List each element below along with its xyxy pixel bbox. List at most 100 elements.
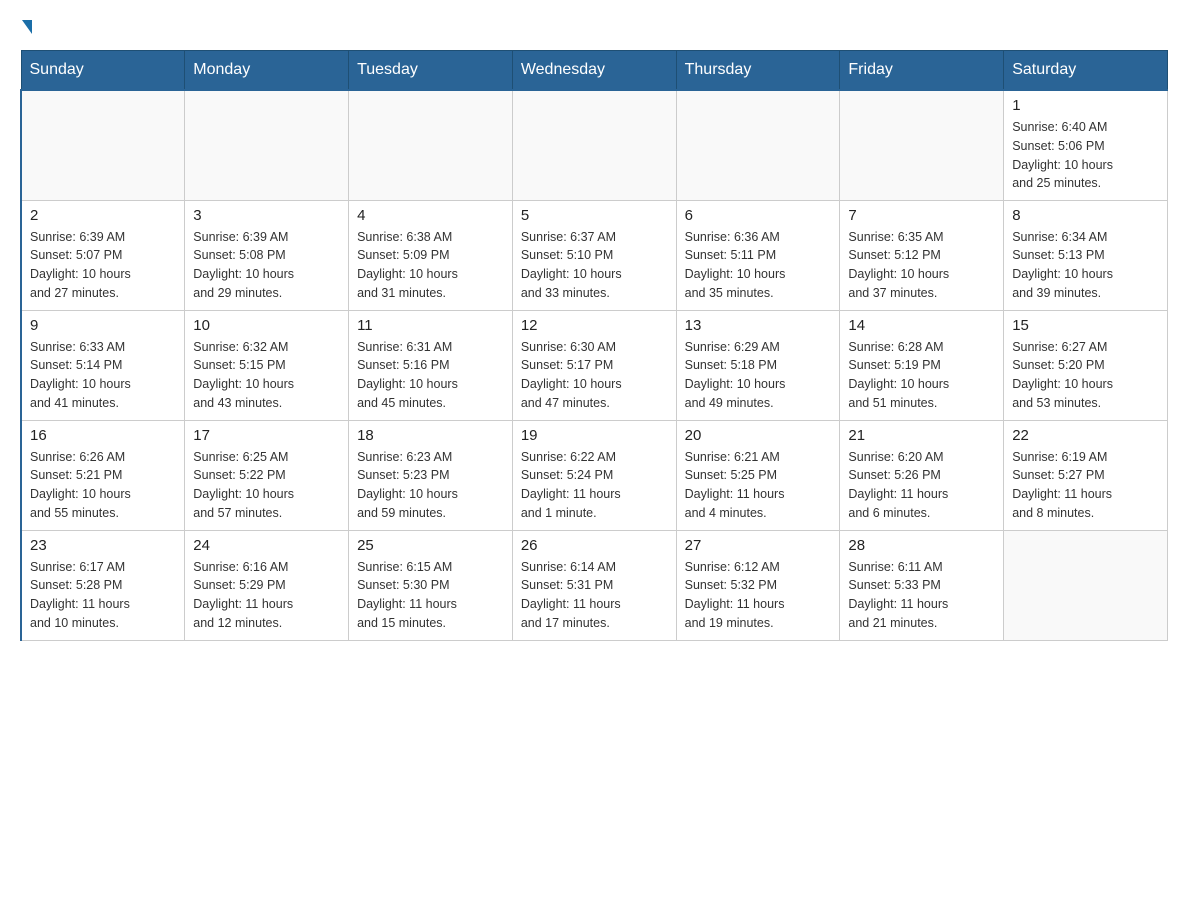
day-info: Sunrise: 6:40 AM Sunset: 5:06 PM Dayligh… [1012, 118, 1159, 193]
calendar-cell: 8 Sunrise: 6:34 AM Sunset: 5:13 PM Daylig… [1004, 200, 1168, 310]
calendar-week-row: 9 Sunrise: 6:33 AM Sunset: 5:14 PM Daylig… [21, 310, 1168, 420]
calendar-cell [1004, 530, 1168, 640]
day-number: 26 [521, 537, 668, 554]
day-number: 28 [848, 537, 995, 554]
day-info: Sunrise: 6:11 AM Sunset: 5:33 PM Dayligh… [848, 558, 995, 633]
calendar-cell: 12 Sunrise: 6:30 AM Sunset: 5:17 PM Dayli… [512, 310, 676, 420]
calendar-cell: 26 Sunrise: 6:14 AM Sunset: 5:31 PM Dayli… [512, 530, 676, 640]
day-info: Sunrise: 6:17 AM Sunset: 5:28 PM Dayligh… [30, 558, 176, 633]
calendar-cell: 28 Sunrise: 6:11 AM Sunset: 5:33 PM Dayli… [840, 530, 1004, 640]
calendar-cell [676, 90, 840, 200]
calendar-cell: 13Sunrise: 6:29 AM Sunset: 5:18 PM Dayli… [676, 310, 840, 420]
calendar-header-row: SundayMondayTuesdayWednesdayThursdayFrid… [21, 51, 1168, 91]
calendar-cell: 17Sunrise: 6:25 AM Sunset: 5:22 PM Dayli… [185, 420, 349, 530]
calendar-week-row: 16 Sunrise: 6:26 AM Sunset: 5:21 PM Dayli… [21, 420, 1168, 530]
calendar-cell: 10 Sunrise: 6:32 AM Sunset: 5:15 PM Dayli… [185, 310, 349, 420]
day-info: Sunrise: 6:20 AM Sunset: 5:26 PM Dayligh… [848, 448, 995, 523]
calendar-header-friday: Friday [840, 51, 1004, 91]
day-number: 18 [357, 427, 504, 444]
calendar-header-thursday: Thursday [676, 51, 840, 91]
day-info: Sunrise: 6:15 AM Sunset: 5:30 PM Dayligh… [357, 558, 504, 633]
day-info: Sunrise: 6:34 AM Sunset: 5:13 PM Dayligh… [1012, 228, 1159, 303]
calendar-cell: 2 Sunrise: 6:39 AM Sunset: 5:07 PM Daylig… [21, 200, 185, 310]
day-info: Sunrise: 6:30 AM Sunset: 5:17 PM Dayligh… [521, 338, 668, 413]
day-info: Sunrise: 6:35 AM Sunset: 5:12 PM Dayligh… [848, 228, 995, 303]
calendar-cell: 20 Sunrise: 6:21 AM Sunset: 5:25 PM Dayli… [676, 420, 840, 530]
day-info: Sunrise: 6:33 AM Sunset: 5:14 PM Dayligh… [30, 338, 176, 413]
day-info: Sunrise: 6:38 AM Sunset: 5:09 PM Dayligh… [357, 228, 504, 303]
day-info: Sunrise: 6:23 AM Sunset: 5:23 PM Dayligh… [357, 448, 504, 523]
day-number: 3 [193, 207, 340, 224]
calendar-header-wednesday: Wednesday [512, 51, 676, 91]
calendar-cell: 1 Sunrise: 6:40 AM Sunset: 5:06 PM Daylig… [1004, 90, 1168, 200]
day-number: 20 [685, 427, 832, 444]
page-header [20, 20, 1168, 34]
day-number: 19 [521, 427, 668, 444]
day-number: 21 [848, 427, 995, 444]
day-number: 1 [1012, 97, 1159, 114]
day-number: 2 [30, 207, 176, 224]
day-info: Sunrise: 6:39 AM Sunset: 5:07 PM Dayligh… [30, 228, 176, 303]
calendar-week-row: 1 Sunrise: 6:40 AM Sunset: 5:06 PM Daylig… [21, 90, 1168, 200]
calendar-header-sunday: Sunday [21, 51, 185, 91]
calendar-cell: 5 Sunrise: 6:37 AM Sunset: 5:10 PM Daylig… [512, 200, 676, 310]
calendar-week-row: 23 Sunrise: 6:17 AM Sunset: 5:28 PM Dayli… [21, 530, 1168, 640]
day-number: 4 [357, 207, 504, 224]
calendar-cell: 4 Sunrise: 6:38 AM Sunset: 5:09 PM Daylig… [349, 200, 513, 310]
day-info: Sunrise: 6:16 AM Sunset: 5:29 PM Dayligh… [193, 558, 340, 633]
day-number: 23 [30, 537, 176, 554]
day-number: 22 [1012, 427, 1159, 444]
day-info: Sunrise: 6:31 AM Sunset: 5:16 PM Dayligh… [357, 338, 504, 413]
calendar-cell: 6 Sunrise: 6:36 AM Sunset: 5:11 PM Daylig… [676, 200, 840, 310]
day-number: 24 [193, 537, 340, 554]
calendar-cell: 21 Sunrise: 6:20 AM Sunset: 5:26 PM Dayli… [840, 420, 1004, 530]
calendar-cell: 3Sunrise: 6:39 AM Sunset: 5:08 PM Daylig… [185, 200, 349, 310]
logo [20, 20, 34, 34]
calendar-cell: 22 Sunrise: 6:19 AM Sunset: 5:27 PM Dayli… [1004, 420, 1168, 530]
calendar-cell: 18 Sunrise: 6:23 AM Sunset: 5:23 PM Dayli… [349, 420, 513, 530]
day-number: 16 [30, 427, 176, 444]
calendar-table: SundayMondayTuesdayWednesdayThursdayFrid… [20, 50, 1168, 641]
day-info: Sunrise: 6:19 AM Sunset: 5:27 PM Dayligh… [1012, 448, 1159, 523]
calendar-cell: 25 Sunrise: 6:15 AM Sunset: 5:30 PM Dayli… [349, 530, 513, 640]
calendar-cell: 11 Sunrise: 6:31 AM Sunset: 5:16 PM Dayli… [349, 310, 513, 420]
day-info: Sunrise: 6:12 AM Sunset: 5:32 PM Dayligh… [685, 558, 832, 633]
calendar-cell [349, 90, 513, 200]
calendar-header-tuesday: Tuesday [349, 51, 513, 91]
day-info: Sunrise: 6:27 AM Sunset: 5:20 PM Dayligh… [1012, 338, 1159, 413]
calendar-cell [21, 90, 185, 200]
calendar-cell: 9 Sunrise: 6:33 AM Sunset: 5:14 PM Daylig… [21, 310, 185, 420]
calendar-header-monday: Monday [185, 51, 349, 91]
day-number: 12 [521, 317, 668, 334]
day-info: Sunrise: 6:37 AM Sunset: 5:10 PM Dayligh… [521, 228, 668, 303]
day-info: Sunrise: 6:36 AM Sunset: 5:11 PM Dayligh… [685, 228, 832, 303]
calendar-cell: 16 Sunrise: 6:26 AM Sunset: 5:21 PM Dayli… [21, 420, 185, 530]
calendar-week-row: 2 Sunrise: 6:39 AM Sunset: 5:07 PM Daylig… [21, 200, 1168, 310]
logo-arrow-icon [22, 20, 32, 34]
day-number: 5 [521, 207, 668, 224]
day-number: 7 [848, 207, 995, 224]
calendar-cell: 15Sunrise: 6:27 AM Sunset: 5:20 PM Dayli… [1004, 310, 1168, 420]
day-number: 10 [193, 317, 340, 334]
day-number: 8 [1012, 207, 1159, 224]
day-info: Sunrise: 6:29 AM Sunset: 5:18 PM Dayligh… [685, 338, 832, 413]
day-info: Sunrise: 6:14 AM Sunset: 5:31 PM Dayligh… [521, 558, 668, 633]
day-number: 6 [685, 207, 832, 224]
day-number: 27 [685, 537, 832, 554]
day-number: 17 [193, 427, 340, 444]
day-number: 11 [357, 317, 504, 334]
calendar-cell: 14 Sunrise: 6:28 AM Sunset: 5:19 PM Dayli… [840, 310, 1004, 420]
day-number: 14 [848, 317, 995, 334]
calendar-cell [840, 90, 1004, 200]
day-info: Sunrise: 6:21 AM Sunset: 5:25 PM Dayligh… [685, 448, 832, 523]
day-info: Sunrise: 6:26 AM Sunset: 5:21 PM Dayligh… [30, 448, 176, 523]
day-info: Sunrise: 6:22 AM Sunset: 5:24 PM Dayligh… [521, 448, 668, 523]
calendar-cell: 7 Sunrise: 6:35 AM Sunset: 5:12 PM Daylig… [840, 200, 1004, 310]
calendar-cell: 19 Sunrise: 6:22 AM Sunset: 5:24 PM Dayli… [512, 420, 676, 530]
day-number: 9 [30, 317, 176, 334]
day-info: Sunrise: 6:32 AM Sunset: 5:15 PM Dayligh… [193, 338, 340, 413]
day-number: 25 [357, 537, 504, 554]
day-info: Sunrise: 6:28 AM Sunset: 5:19 PM Dayligh… [848, 338, 995, 413]
calendar-header-saturday: Saturday [1004, 51, 1168, 91]
calendar-cell: 23 Sunrise: 6:17 AM Sunset: 5:28 PM Dayli… [21, 530, 185, 640]
